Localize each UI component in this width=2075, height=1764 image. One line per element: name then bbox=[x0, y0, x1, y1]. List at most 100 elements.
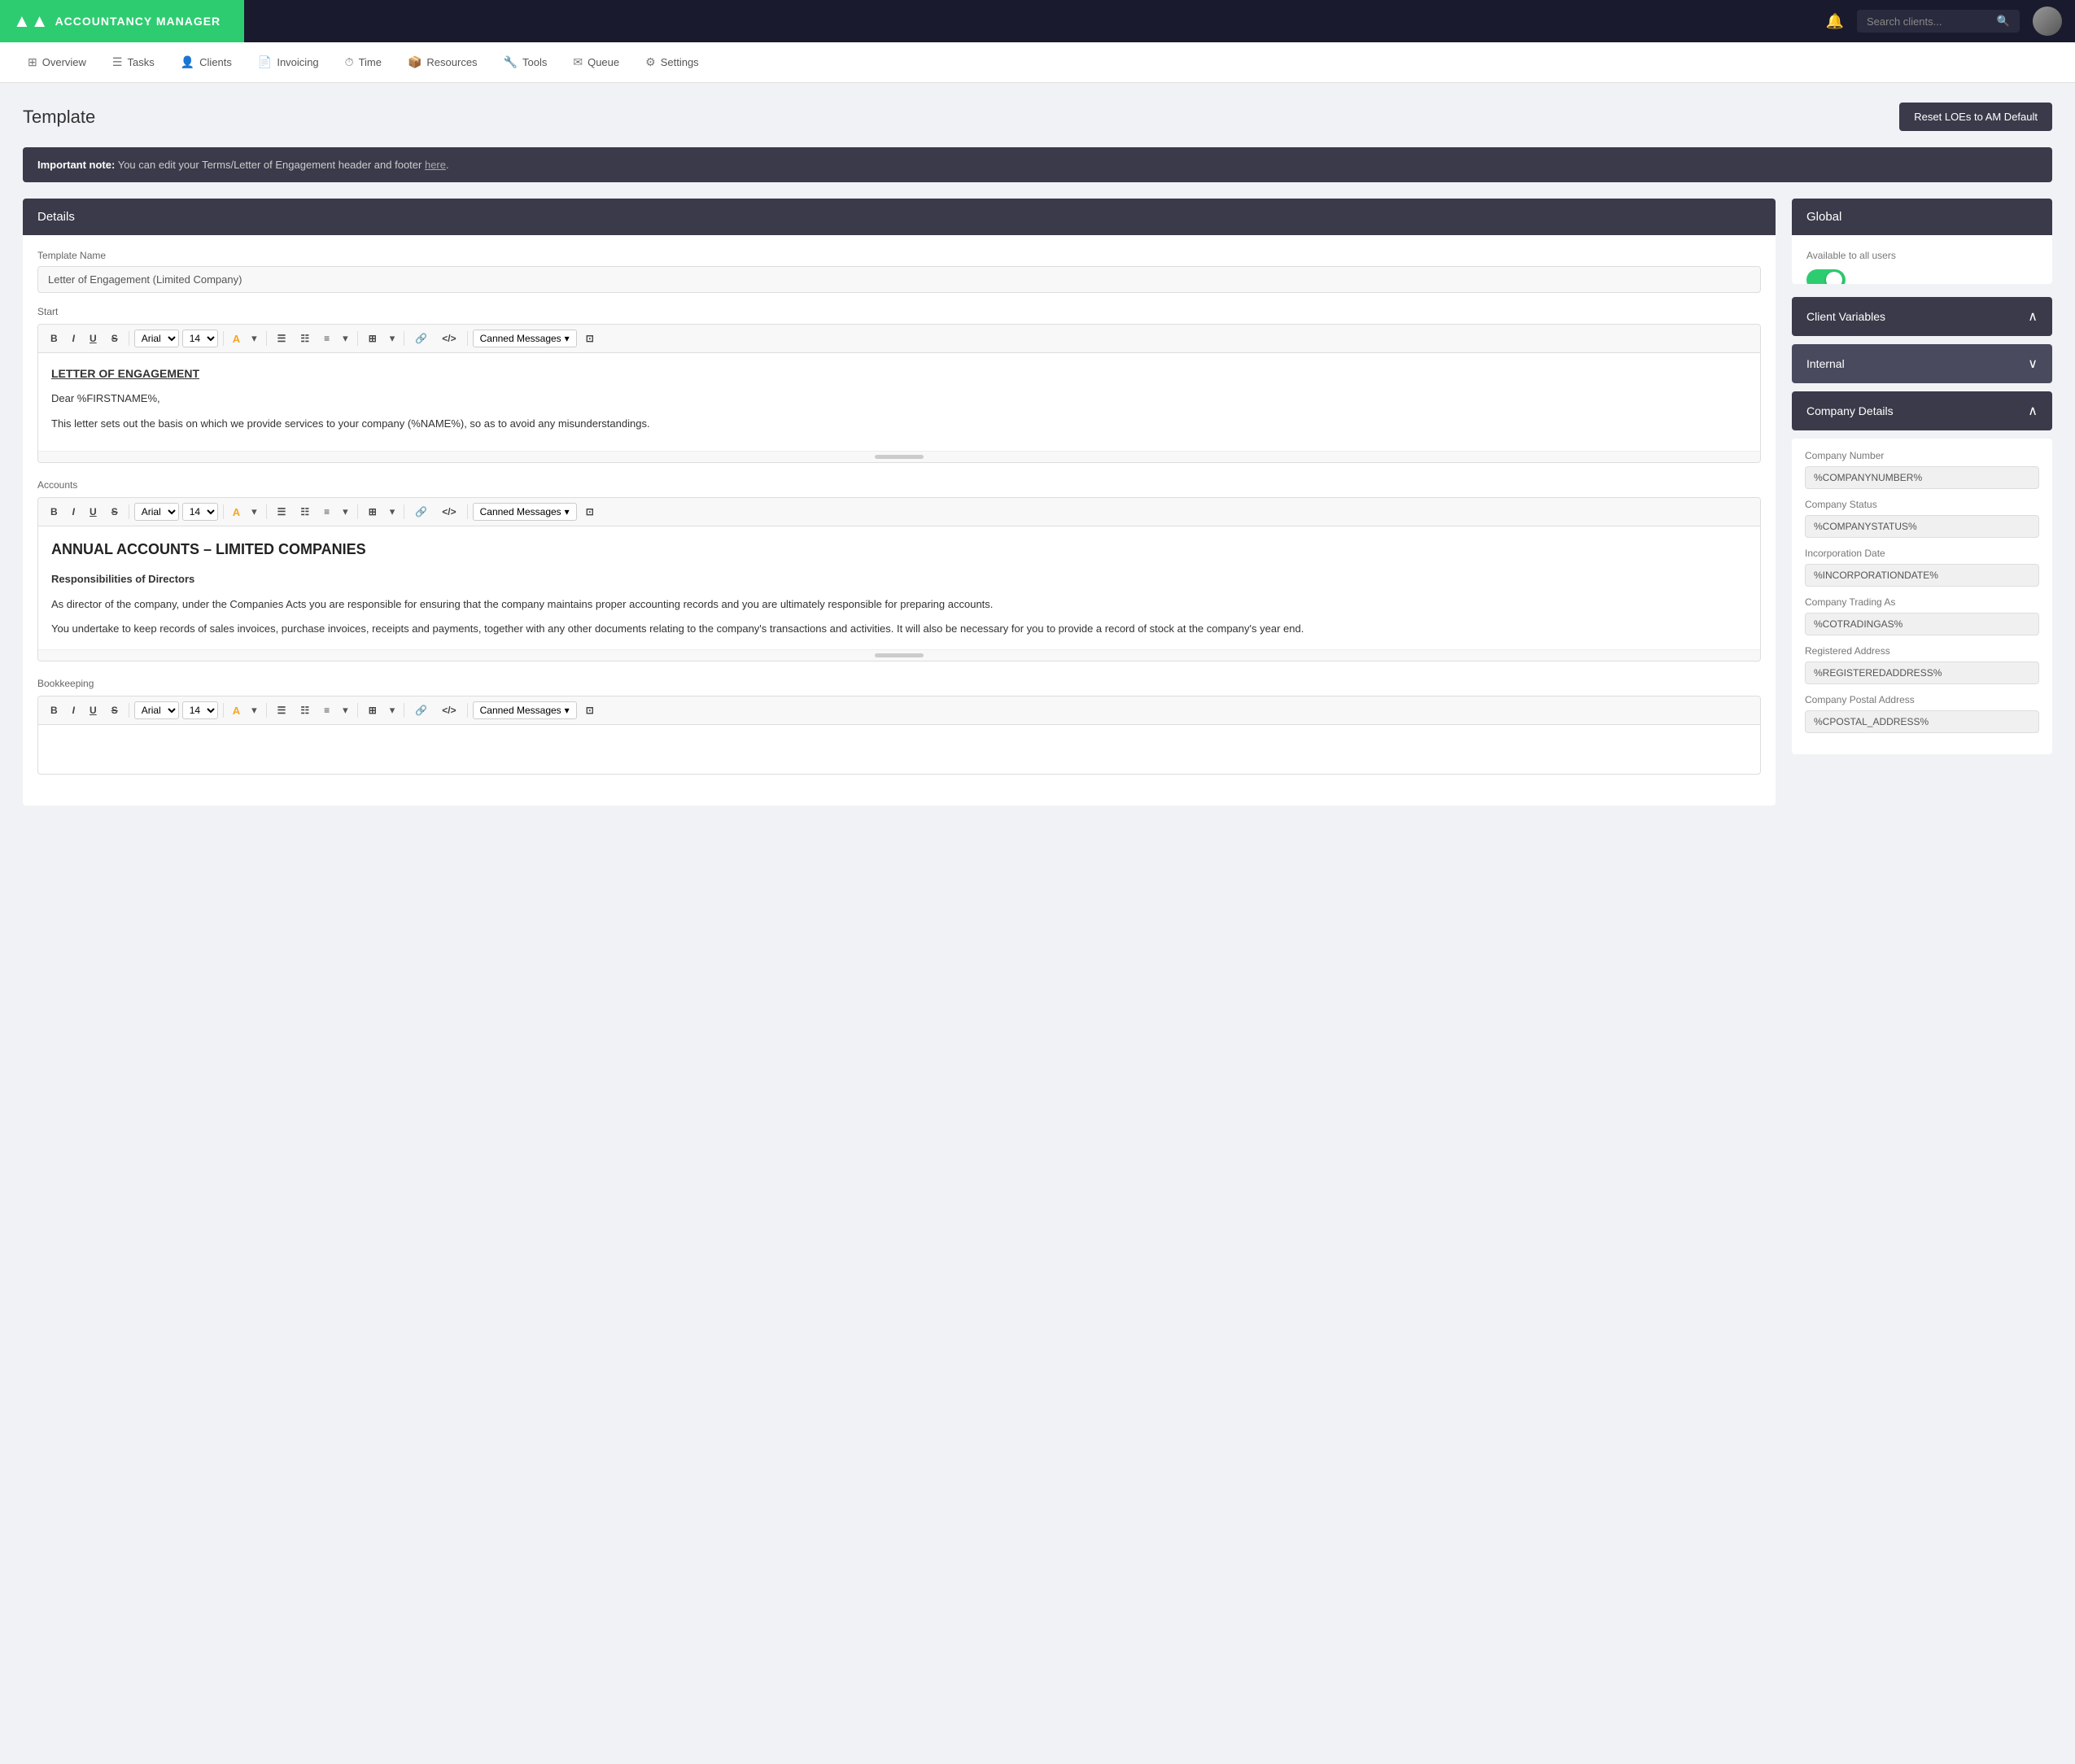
incorporation-date-badge[interactable]: %INCORPORATIONDATE% bbox=[1805, 564, 2039, 587]
page-header: Template Reset LOEs to AM Default bbox=[23, 103, 2052, 131]
trading-as-badge[interactable]: %COTRADINGAS% bbox=[1805, 613, 2039, 635]
accounts-subheading: Responsibilities of Directors bbox=[51, 571, 1747, 588]
accounts-underline-button[interactable]: U bbox=[84, 503, 103, 521]
info-banner: Important note: You can edit your Terms/… bbox=[23, 147, 2052, 182]
bk-table-arrow[interactable]: ▾ bbox=[386, 701, 400, 719]
accounts-align-button[interactable]: ≡ bbox=[318, 503, 335, 521]
accounts-strikethrough-button[interactable]: S bbox=[106, 503, 124, 521]
nav-settings[interactable]: ⚙ Settings bbox=[634, 49, 710, 76]
accounts-unordered-button[interactable]: ☰ bbox=[272, 503, 292, 521]
page-title: Template bbox=[23, 107, 95, 128]
table-arrow-button[interactable]: ▾ bbox=[386, 330, 400, 347]
bk-link-button[interactable]: 🔗 bbox=[409, 701, 433, 719]
postal-address-badge[interactable]: %CPOSTAL_ADDRESS% bbox=[1805, 710, 2039, 733]
strikethrough-button[interactable]: S bbox=[106, 330, 124, 347]
source-button[interactable]: ⊡ bbox=[580, 330, 600, 347]
canned-messages-button-bk[interactable]: Canned Messages ▾ bbox=[473, 701, 577, 719]
company-number-badge[interactable]: %COMPANYNUMBER% bbox=[1805, 466, 2039, 489]
accounts-font-select[interactable]: Arial bbox=[134, 503, 179, 521]
canned-messages-label: Canned Messages bbox=[480, 333, 561, 344]
size-select[interactable]: 14 bbox=[182, 330, 218, 347]
company-details-header[interactable]: Company Details ∧ bbox=[1792, 391, 2052, 430]
link-button[interactable]: 🔗 bbox=[409, 330, 433, 347]
canned-messages-button-accounts[interactable]: Canned Messages ▾ bbox=[473, 503, 577, 521]
available-label: Available to all users bbox=[1806, 250, 2038, 261]
accounts-highlight-arrow[interactable]: ▾ bbox=[247, 503, 261, 521]
accounts-bold-button[interactable]: B bbox=[45, 503, 63, 521]
accounts-highlight-a-icon[interactable]: A bbox=[229, 504, 244, 521]
bk-font-select[interactable]: Arial bbox=[134, 701, 179, 719]
start-toolbar: B I U S Arial 14 bbox=[38, 325, 1760, 353]
registered-address-badge[interactable]: %REGISTEREDADDRESS% bbox=[1805, 662, 2039, 684]
align-button[interactable]: ≡ bbox=[318, 330, 335, 347]
internal-chevron: ∨ bbox=[2028, 356, 2038, 372]
bk-table-button[interactable]: ⊞ bbox=[363, 701, 382, 719]
search-input[interactable] bbox=[1867, 15, 1990, 28]
nav-invoicing[interactable]: 📄 Invoicing bbox=[247, 49, 330, 76]
details-panel-header: Details bbox=[23, 199, 1776, 235]
logo-area[interactable]: ▲▲ ACCOUNTANCY MANAGER bbox=[0, 0, 244, 42]
accounts-italic-button[interactable]: I bbox=[67, 503, 81, 521]
accounts-editor-content[interactable]: ANNUAL ACCOUNTS – LIMITED COMPANIES Resp… bbox=[38, 526, 1760, 649]
start-editor-content[interactable]: LETTER OF ENGAGEMENT Dear %FIRSTNAME%, T… bbox=[38, 353, 1760, 451]
template-name-input[interactable] bbox=[37, 266, 1761, 293]
registered-address-section: Registered Address %REGISTEREDADDRESS% bbox=[1805, 645, 2039, 684]
banner-link[interactable]: here bbox=[425, 159, 446, 171]
accounts-table-arrow[interactable]: ▾ bbox=[386, 503, 400, 521]
bookkeeping-editor-content[interactable] bbox=[38, 725, 1760, 774]
postal-address-section: Company Postal Address %CPOSTAL_ADDRESS% bbox=[1805, 694, 2039, 733]
details-panel: Details Template Name Start B I U S bbox=[23, 199, 1776, 806]
bk-unordered-button[interactable]: ☰ bbox=[272, 701, 292, 719]
unordered-list-button[interactable]: ☰ bbox=[272, 330, 292, 347]
reset-button[interactable]: Reset LOEs to AM Default bbox=[1899, 103, 2052, 131]
font-select[interactable]: Arial bbox=[134, 330, 179, 347]
nav-time[interactable]: ⏱ Time bbox=[334, 49, 393, 76]
nav-overview[interactable]: ⊞ Overview bbox=[16, 49, 98, 76]
accounts-align-arrow[interactable]: ▾ bbox=[339, 503, 352, 521]
nav-tasks[interactable]: ☰ Tasks bbox=[101, 49, 166, 76]
nav-queue[interactable]: ✉ Queue bbox=[561, 49, 631, 76]
align-arrow-button[interactable]: ▾ bbox=[339, 330, 352, 347]
notification-bell-icon[interactable]: 🔔 bbox=[1826, 13, 1844, 30]
nav-clients[interactable]: 👤 Clients bbox=[169, 49, 243, 76]
bk-highlight-icon[interactable]: A bbox=[229, 702, 244, 719]
accounts-table-button[interactable]: ⊞ bbox=[363, 503, 382, 521]
internal-header[interactable]: Internal ∨ bbox=[1792, 344, 2052, 383]
bk-italic-button[interactable]: I bbox=[67, 701, 81, 719]
client-variables-header[interactable]: Client Variables ∧ bbox=[1792, 297, 2052, 336]
accounts-source-button[interactable]: ⊡ bbox=[580, 503, 600, 521]
nav-tools[interactable]: 🔧 Tools bbox=[492, 49, 559, 76]
avatar[interactable] bbox=[2033, 7, 2062, 36]
highlight-a-icon[interactable]: A bbox=[229, 330, 244, 347]
bk-size-select[interactable]: 14 bbox=[182, 701, 218, 719]
accounts-para1: As director of the company, under the Co… bbox=[51, 596, 1747, 613]
italic-button[interactable]: I bbox=[67, 330, 81, 347]
accounts-size-select[interactable]: 14 bbox=[182, 503, 218, 521]
highlight-arrow-button[interactable]: ▾ bbox=[247, 330, 261, 347]
accounts-main-heading: ANNUAL ACCOUNTS – LIMITED COMPANIES bbox=[51, 538, 1747, 561]
canned-messages-button-start[interactable]: Canned Messages ▾ bbox=[473, 330, 577, 347]
bk-source-button[interactable]: ⊡ bbox=[580, 701, 600, 719]
bk-ordered-button[interactable]: ☷ bbox=[295, 701, 315, 719]
code-button[interactable]: </> bbox=[436, 330, 461, 347]
canned-dropdown-arrow-bk: ▾ bbox=[565, 705, 570, 716]
bk-underline-button[interactable]: U bbox=[84, 701, 103, 719]
bk-align-button[interactable]: ≡ bbox=[318, 701, 335, 719]
bk-highlight-arrow[interactable]: ▾ bbox=[247, 701, 261, 719]
company-status-badge[interactable]: %COMPANYSTATUS% bbox=[1805, 515, 2039, 538]
bk-align-arrow[interactable]: ▾ bbox=[339, 701, 352, 719]
bold-button[interactable]: B bbox=[45, 330, 63, 347]
table-button[interactable]: ⊞ bbox=[363, 330, 382, 347]
bk-strikethrough-button[interactable]: S bbox=[106, 701, 124, 719]
bk-bold-button[interactable]: B bbox=[45, 701, 63, 719]
underline-button[interactable]: U bbox=[84, 330, 103, 347]
search-box[interactable]: 🔍 bbox=[1857, 10, 2020, 33]
bk-code-button[interactable]: </> bbox=[436, 701, 461, 719]
ordered-list-button[interactable]: ☷ bbox=[295, 330, 315, 347]
nav-resources[interactable]: 📦 Resources bbox=[396, 49, 489, 76]
accounts-code-button[interactable]: </> bbox=[436, 503, 461, 521]
accounts-ordered-button[interactable]: ☷ bbox=[295, 503, 315, 521]
nav-tasks-label: Tasks bbox=[127, 56, 154, 68]
accounts-link-button[interactable]: 🔗 bbox=[409, 503, 433, 521]
nav-queue-label: Queue bbox=[588, 56, 619, 68]
